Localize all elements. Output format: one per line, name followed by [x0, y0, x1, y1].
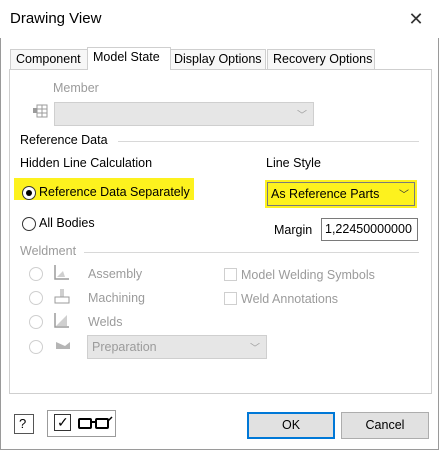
checkmark-icon: ✓ [57, 414, 69, 430]
preparation-select[interactable]: Preparation ﹀ [87, 335, 267, 359]
weld-annotations-label: Weld Annotations [241, 292, 339, 306]
radio-assembly[interactable] [29, 267, 43, 281]
glasses-icon[interactable] [77, 415, 113, 433]
checkbox-weld-annotations[interactable] [224, 292, 237, 305]
model-welding-symbols-label: Model Welding Symbols [241, 268, 375, 282]
line-style-select[interactable]: As Reference Parts ﹀ [267, 182, 415, 206]
radio-preparation[interactable] [29, 340, 43, 354]
preview-checkbox[interactable]: ✓ [54, 414, 71, 431]
help-icon[interactable]: ? [14, 414, 34, 434]
member-select[interactable]: ﹀ [54, 102, 314, 126]
weldment-divider [84, 252, 419, 253]
tab-display-options[interactable]: Display Options [168, 49, 266, 69]
member-table-icon [32, 103, 48, 119]
welds-label: Welds [88, 315, 123, 329]
line-style-value: As Reference Parts [271, 187, 380, 201]
ok-button[interactable]: OK [247, 412, 335, 439]
all-bodies-label: All Bodies [39, 216, 95, 230]
assembly-icon [53, 263, 71, 281]
help-glyph: ? [19, 416, 27, 431]
margin-label: Margin [274, 223, 313, 237]
cancel-button[interactable]: Cancel [341, 412, 429, 439]
preparation-value: Preparation [92, 340, 157, 354]
radio-reference-data-separately[interactable] [22, 186, 36, 200]
title-bar: Drawing View ✕ [0, 0, 439, 38]
chevron-down-icon: ﹀ [250, 343, 260, 355]
hidden-line-label: Hidden Line Calculation [20, 156, 153, 170]
tab-recovery-options[interactable]: Recovery Options [267, 49, 375, 69]
weldment-section: Weldment [20, 244, 77, 258]
checkbox-model-welding-symbols[interactable] [224, 268, 237, 281]
reference-data-section: Reference Data [20, 133, 108, 147]
dialog-title: Drawing View [10, 10, 102, 27]
member-label: Member [53, 81, 99, 95]
chevron-down-icon: ﹀ [399, 190, 409, 201]
close-icon[interactable]: ✕ [403, 6, 429, 32]
welds-icon [53, 311, 71, 329]
preparation-icon [54, 338, 72, 352]
preview-toggle-group: ✓ [47, 410, 116, 437]
radio-welds[interactable] [29, 315, 43, 329]
reference-data-divider [118, 141, 419, 142]
reference-data-separately-label: Reference Data Separately [39, 185, 190, 199]
machining-label: Machining [88, 291, 145, 305]
radio-machining[interactable] [29, 291, 43, 305]
machining-icon [53, 287, 71, 305]
chevron-down-icon: ﹀ [297, 110, 307, 122]
assembly-label: Assembly [88, 267, 143, 281]
radio-all-bodies[interactable] [22, 217, 36, 231]
tab-model-state[interactable]: Model State [87, 47, 171, 70]
line-style-label: Line Style [266, 156, 321, 170]
margin-input[interactable]: 1,22450000000 [321, 218, 418, 241]
tab-component[interactable]: Component [10, 49, 88, 69]
